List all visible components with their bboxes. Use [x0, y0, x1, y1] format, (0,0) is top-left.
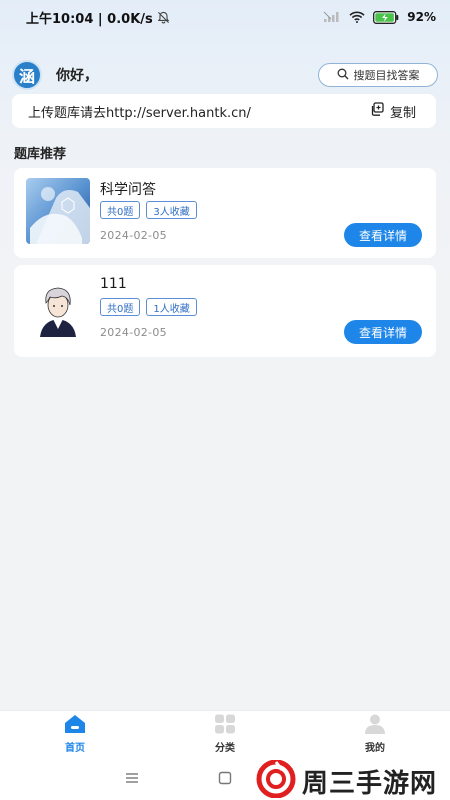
bank-title: 111: [100, 276, 127, 292]
watermark-logo-icon: [256, 759, 296, 800]
bank-thumbnail-image: [26, 178, 90, 244]
view-details-button[interactable]: 查看详情: [344, 320, 422, 344]
watermark: 周三手游网: [256, 759, 438, 800]
view-details-button[interactable]: 查看详情: [344, 223, 422, 247]
status-left: 上午10:04 | 0.0K/s: [26, 8, 170, 27]
bank-avatar-image: [26, 275, 90, 341]
search-button[interactable]: 搜题目找答案: [318, 63, 438, 87]
menu-icon[interactable]: [124, 770, 140, 789]
app-logo: 涵: [12, 60, 42, 90]
watermark-text: 周三手游网: [302, 768, 438, 799]
question-count-tag: 共0题: [100, 201, 141, 219]
bank-date: 2024-02-05: [100, 229, 167, 242]
search-icon: [337, 68, 349, 83]
search-label: 搜题目找答案: [353, 69, 420, 82]
wifi-icon: [349, 11, 365, 23]
nav-label-profile: 我的: [365, 742, 385, 754]
bank-title: 科学问答: [100, 182, 156, 198]
home-square-icon[interactable]: [218, 770, 232, 789]
question-bank-card[interactable]: 科学问答 共0题 3人收藏 2024-02-05 查看详情: [14, 168, 436, 258]
section-title: 题库推荐: [14, 147, 67, 162]
upload-notice-bar: 上传题库请去http://server.hantk.cn/ 复制: [12, 94, 436, 128]
profile-icon: [364, 714, 386, 737]
nav-label-home: 首页: [65, 742, 85, 754]
signal-icon: [323, 11, 341, 23]
nav-item-home[interactable]: 首页: [25, 714, 125, 754]
bell-muted-icon: [157, 11, 170, 24]
status-bar: 上午10:04 | 0.0K/s 92%: [0, 0, 450, 34]
header: 涵 你好， 搜题目找答案: [12, 60, 438, 90]
copy-button[interactable]: 复制: [370, 102, 416, 121]
favorites-count-tag: 3人收藏: [146, 201, 197, 219]
greeting-text: 你好，: [56, 68, 98, 84]
question-count-tag: 共0题: [100, 298, 141, 316]
question-bank-card[interactable]: 111 共0题 1人收藏 2024-02-05 查看详情: [14, 265, 436, 357]
system-nav-bar: 周三手游网: [0, 756, 450, 800]
header-left: 涵 你好，: [12, 60, 98, 90]
favorites-count-tag: 1人收藏: [146, 298, 197, 316]
upload-url-text: 上传题库请去http://server.hantk.cn/: [28, 105, 251, 121]
nav-item-profile[interactable]: 我的: [325, 714, 425, 754]
category-grid-icon: [214, 714, 236, 737]
copy-icon: [370, 102, 384, 120]
status-time-speed: 上午10:04 | 0.0K/s: [26, 11, 153, 27]
bottom-nav: 首页 分类 我的: [0, 710, 450, 756]
copy-label: 复制: [389, 105, 416, 121]
bank-tags: 共0题 1人收藏: [100, 298, 197, 316]
bank-tags: 共0题 3人收藏: [100, 201, 197, 219]
status-right: 92%: [323, 10, 436, 24]
nav-label-category: 分类: [215, 742, 235, 754]
bank-date: 2024-02-05: [100, 326, 167, 339]
battery-percent: 92%: [407, 10, 436, 24]
home-icon: [63, 714, 87, 737]
nav-item-category[interactable]: 分类: [175, 714, 275, 754]
battery-charging-icon: [373, 10, 399, 24]
